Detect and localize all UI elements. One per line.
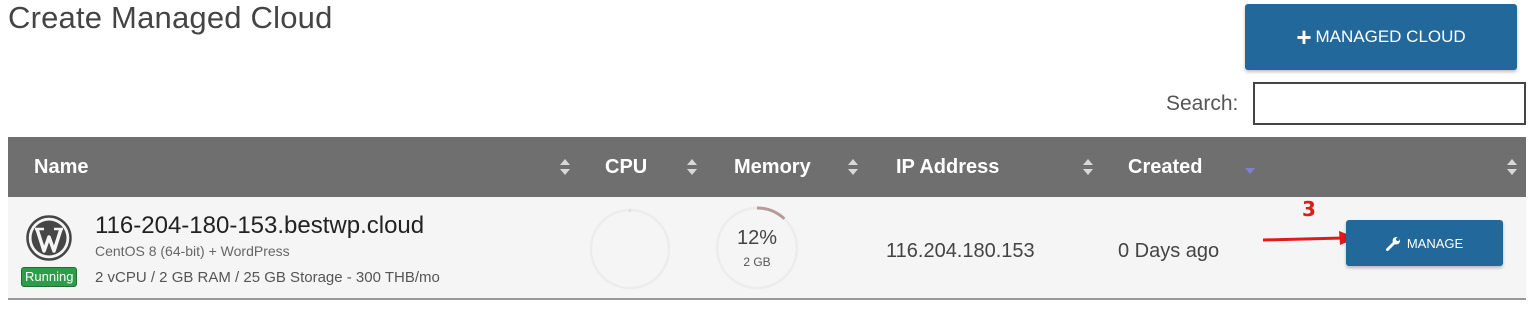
- server-specs: 2 vCPU / 2 GB RAM / 25 GB Storage - 300 …: [95, 269, 440, 286]
- table-header: Name CPU Memory IP Address Created: [8, 137, 1526, 197]
- server-os: CentOS 8 (64-bit) + WordPress: [95, 243, 290, 259]
- memory-percent: 12%: [736, 227, 778, 249]
- cpu-usage-ring: [589, 208, 671, 290]
- page-title: Create Managed Cloud: [8, 0, 333, 35]
- created-date: 0 Days ago: [1118, 240, 1220, 262]
- annotation-arrow-icon: [1263, 231, 1357, 245]
- column-header-cpu[interactable]: CPU: [605, 137, 647, 197]
- manage-button[interactable]: MANAGE: [1346, 220, 1503, 266]
- plus-icon: +: [1296, 22, 1312, 52]
- table-row: Running 116-204-180-153.bestwp.cloud Cen…: [8, 197, 1526, 300]
- server-hostname: 116-204-180-153.bestwp.cloud: [95, 212, 425, 239]
- step-annotation-number: 3: [1302, 197, 1316, 221]
- column-header-created[interactable]: Created: [1128, 137, 1202, 197]
- column-header-name[interactable]: Name: [34, 137, 88, 197]
- sort-desc-icon[interactable]: [1245, 167, 1255, 183]
- status-badge: Running: [21, 267, 78, 287]
- search-input[interactable]: [1253, 82, 1526, 125]
- ip-address: 116.204.180.153: [886, 240, 1035, 262]
- wrench-icon: [1385, 236, 1401, 251]
- add-managed-cloud-button[interactable]: + MANAGED CLOUD: [1245, 4, 1517, 70]
- memory-usage-arc: [756, 206, 786, 220]
- sort-icon[interactable]: [687, 159, 697, 175]
- sort-icon[interactable]: [1507, 159, 1517, 175]
- sort-icon[interactable]: [848, 159, 858, 175]
- column-header-memory[interactable]: Memory: [734, 137, 811, 197]
- add-managed-cloud-label: MANAGED CLOUD: [1315, 27, 1466, 46]
- search-label: Search:: [1166, 92, 1239, 115]
- wordpress-icon: [26, 215, 72, 261]
- column-header-ip-address[interactable]: IP Address: [896, 137, 999, 197]
- sort-icon[interactable]: [1083, 159, 1093, 175]
- sort-icon[interactable]: [560, 159, 570, 175]
- manage-label: MANAGE: [1406, 235, 1464, 251]
- memory-size: 2 GB: [743, 255, 771, 269]
